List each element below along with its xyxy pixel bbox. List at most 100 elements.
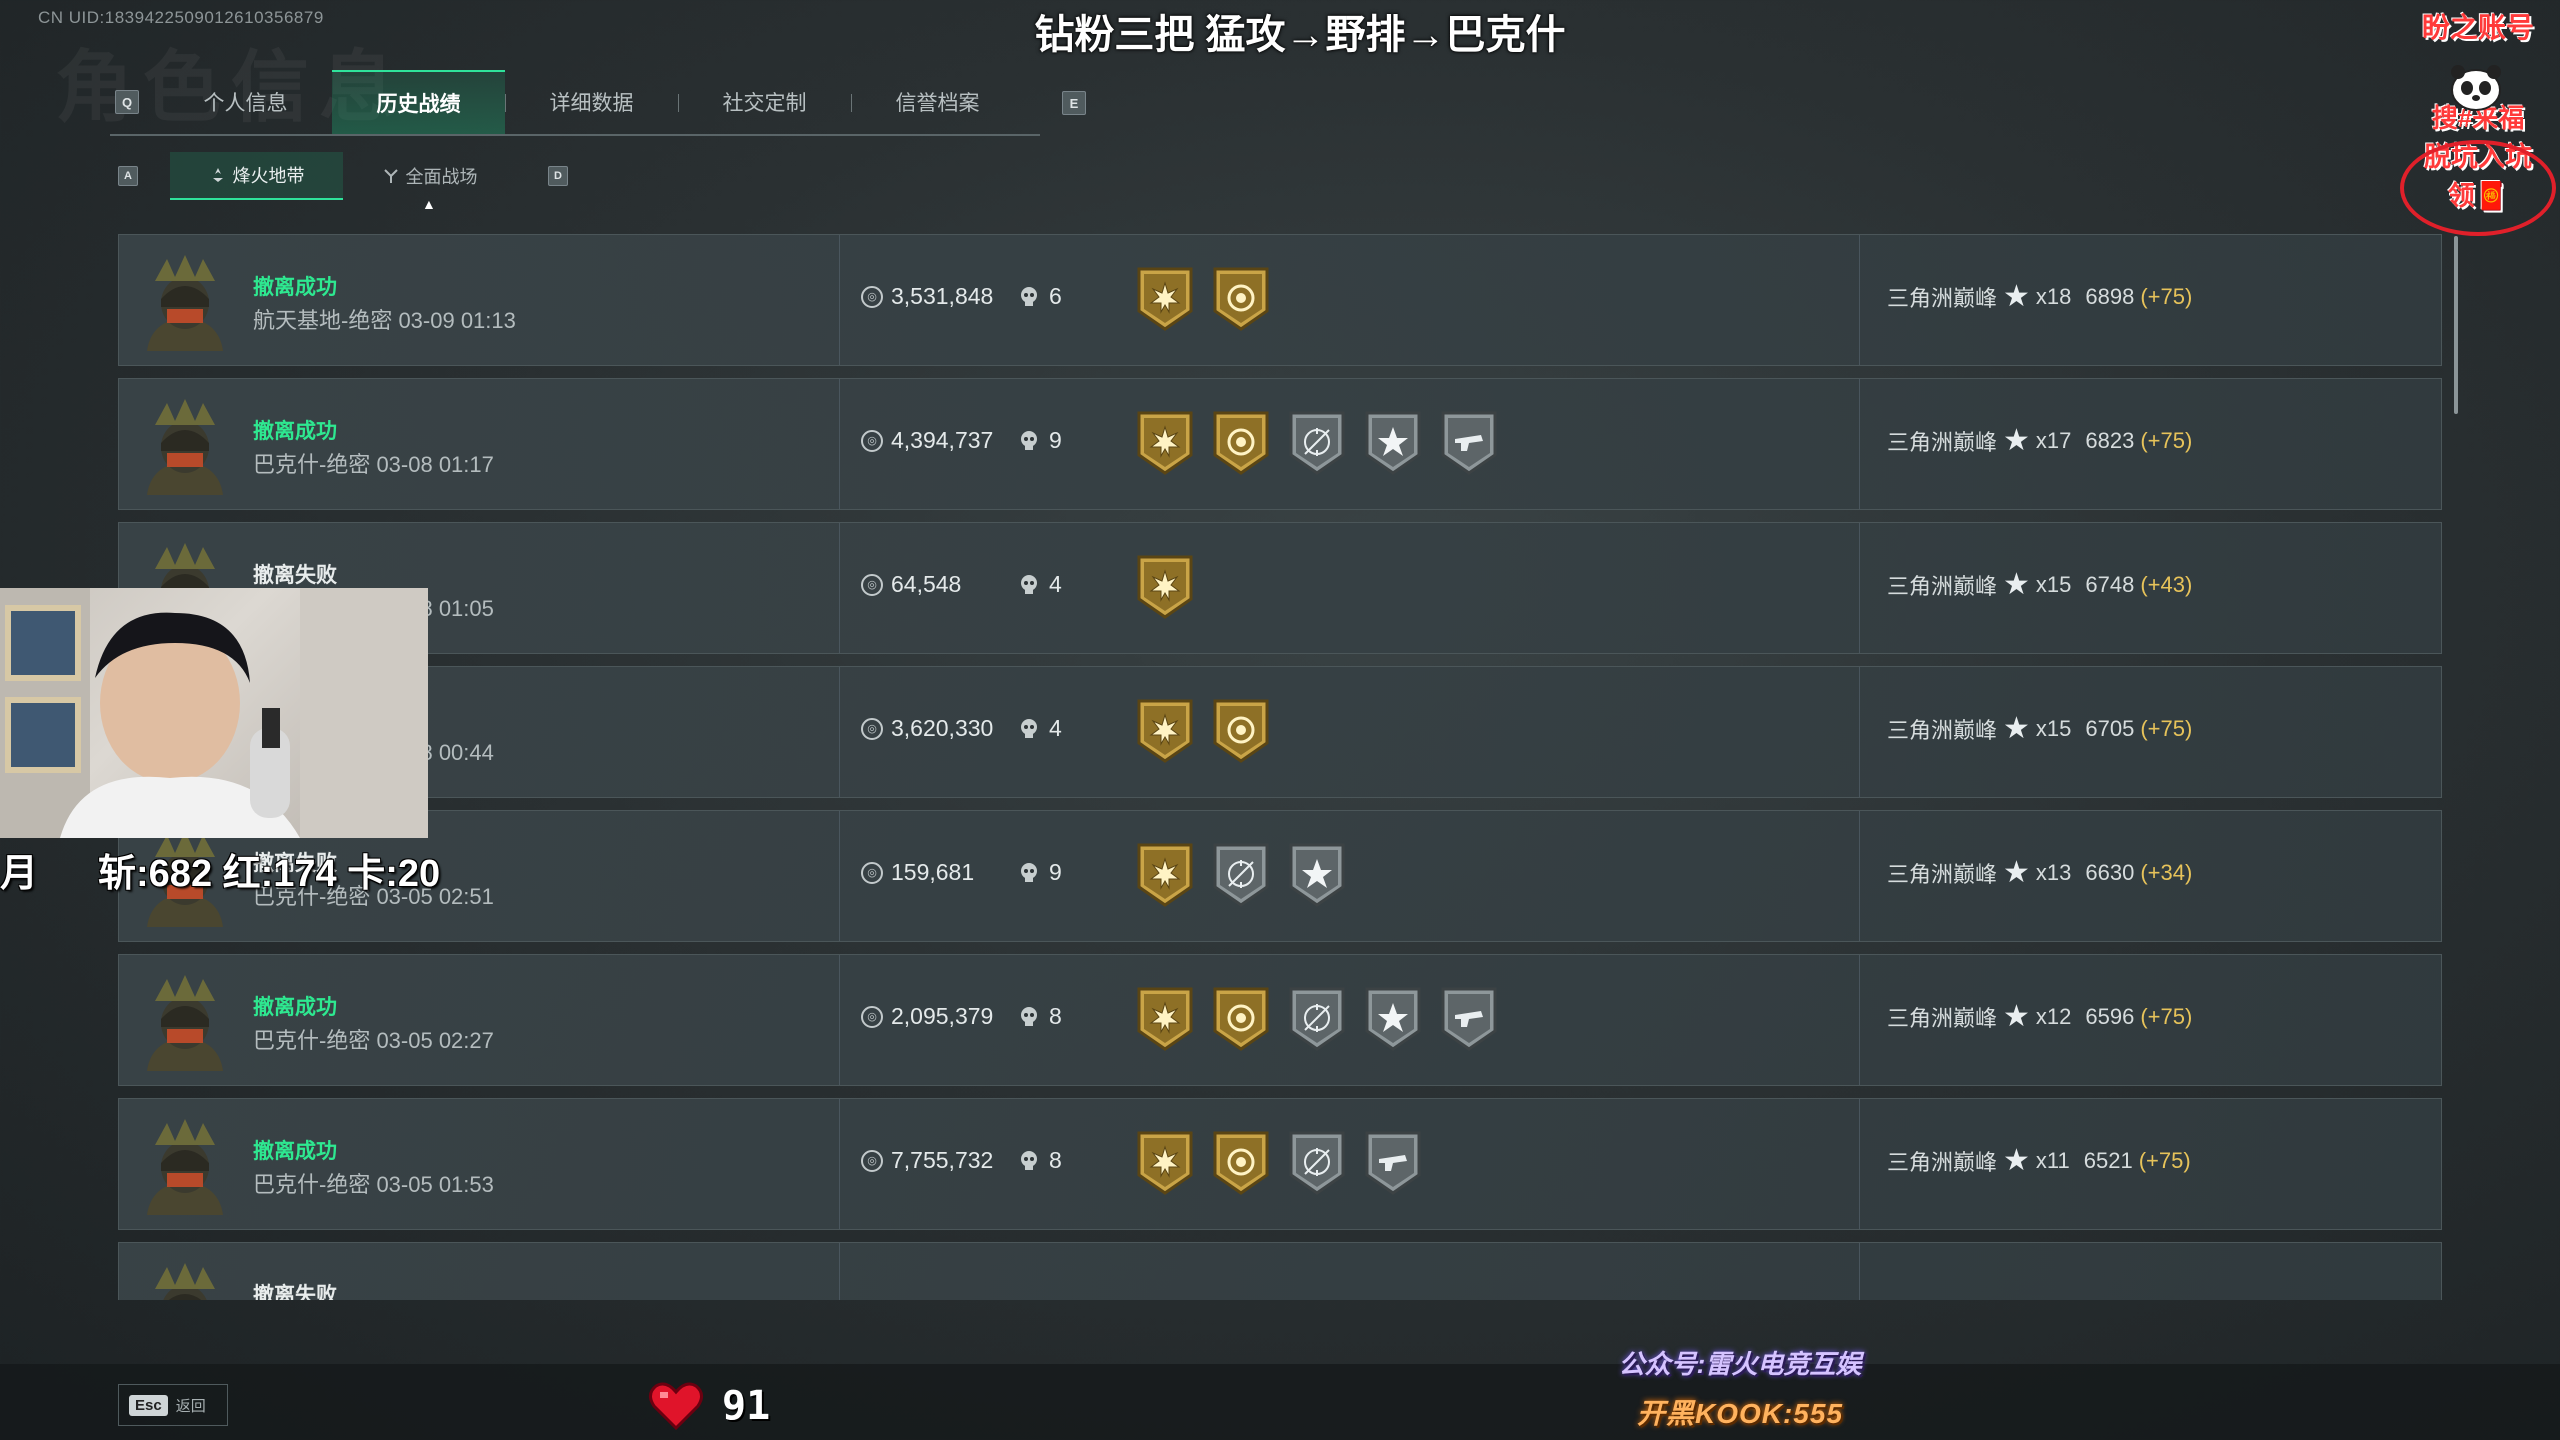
- kill-count: 8: [1019, 1147, 1062, 1174]
- gold-ring-badge-icon[interactable]: [1211, 265, 1271, 333]
- promo-official-account: 公众号:雷火电竞互娱: [1618, 1349, 1862, 1379]
- tab-detailed-data[interactable]: 详细数据: [505, 70, 678, 134]
- silver-gun-badge-icon[interactable]: [1439, 409, 1499, 477]
- gold-ring-badge-icon[interactable]: [1211, 985, 1271, 1053]
- operator-avatar: [137, 971, 233, 1071]
- tab-personal-info[interactable]: 个人信息: [159, 70, 332, 134]
- tab-match-history[interactable]: 历史战绩: [332, 70, 505, 134]
- kill-number: 8: [1049, 1003, 1062, 1029]
- gold-sun-badge-icon[interactable]: [1135, 697, 1195, 765]
- star-count: x15: [2035, 716, 2072, 741]
- corner-promo: 盼之账号 搜#来福 脱坑入坑 领🧧: [2396, 6, 2560, 236]
- coin-icon: ◎: [861, 573, 883, 596]
- score-delta: (+43): [2140, 572, 2193, 597]
- match-record-row[interactable]: 撤离成功巴克什-绝密 03-08 00:44◎3,620,3304三角洲巅峰★x…: [118, 666, 2442, 798]
- score-delta: (+75): [2140, 716, 2193, 741]
- gold-sun-badge-icon[interactable]: [1135, 985, 1195, 1053]
- extraction-value: ◎ 7,755,732: [861, 1147, 993, 1174]
- match-history-list: 撤离成功 航天基地-绝密 03-09 01:13 ◎ 3,531,848 6 三角洲巅峰 ★…: [118, 234, 2442, 1300]
- achievement-badges: [1135, 265, 1271, 333]
- silver-star-badge-icon[interactable]: [1363, 985, 1423, 1053]
- star-icon: ★: [2003, 280, 2030, 313]
- match-record-row[interactable]: 撤离成功 巴克什-绝密 03-05 01:53 ◎ 7,755,732 8 三角洲巅峰 ★ x…: [118, 1098, 2442, 1230]
- skull-icon: [1021, 574, 1037, 594]
- silver-target-badge-icon[interactable]: [1287, 1129, 1347, 1197]
- gold-ring-badge-icon[interactable]: [1211, 1129, 1271, 1197]
- gold-sun-badge-icon[interactable]: [1135, 553, 1195, 621]
- gold-sun-badge-icon[interactable]: [1135, 409, 1195, 477]
- score-delta: (+34): [2140, 860, 2193, 885]
- value-amount: 2,095,379: [891, 1003, 994, 1029]
- star-count: x18: [2035, 284, 2072, 309]
- match-record-row[interactable]: 撤离成功 航天基地-绝密 03-09 01:13 ◎ 3,531,848 6 三角洲巅峰 ★…: [118, 234, 2442, 366]
- extraction-value: ◎ 64,548: [861, 571, 961, 598]
- silver-star-badge-icon[interactable]: [1287, 841, 1347, 909]
- operator-avatar: [137, 1259, 233, 1300]
- coin-icon: ◎: [861, 717, 883, 740]
- stats-prefix: 月: [0, 853, 39, 895]
- mouse-cursor-icon: ▲: [422, 196, 436, 212]
- extraction-status: 撤离失败: [253, 1284, 337, 1300]
- match-record-row[interactable]: 撤离失败: [118, 1242, 2442, 1300]
- silver-gun-badge-icon[interactable]: [1439, 985, 1499, 1053]
- map-and-time: 航天基地-绝密 03-09 01:13: [253, 308, 516, 333]
- achievement-badges: [1135, 553, 1195, 621]
- tab-social-custom[interactable]: 社交定制: [678, 70, 851, 134]
- subtab-extraction-zone[interactable]: 烽火地带: [170, 152, 343, 200]
- column-divider: [839, 667, 840, 797]
- rank-score: 6823: [2085, 428, 2135, 453]
- gold-sun-badge-icon[interactable]: [1135, 1129, 1195, 1197]
- value-amount: 3,620,330: [891, 715, 994, 741]
- gold-ring-badge-icon[interactable]: [1211, 409, 1271, 477]
- rank-name: 三角洲巅峰: [1887, 1150, 1998, 1175]
- match-record-row[interactable]: 撤离成功 巴克什-绝密 03-08 01:17 ◎ 4,394,737 9 三角洲巅峰 ★ x…: [118, 378, 2442, 510]
- gold-sun-badge-icon[interactable]: [1135, 265, 1195, 333]
- skull-icon: [1021, 1150, 1037, 1170]
- subtab-full-battlefield[interactable]: 全面战场: [343, 152, 516, 200]
- back-button[interactable]: Esc 返回: [118, 1384, 228, 1426]
- rank-name: 三角洲巅峰: [1887, 430, 1998, 455]
- subtab-prev-key-hint[interactable]: A: [118, 166, 138, 186]
- rank-name: 三角洲巅峰: [1887, 718, 1998, 743]
- rank-name: 三角洲巅峰: [1887, 574, 1998, 599]
- column-divider: [839, 235, 840, 365]
- subtab-next-key-hint[interactable]: D: [548, 166, 568, 186]
- star-count: x12: [2035, 1004, 2072, 1029]
- extraction-mode-icon: [212, 168, 223, 182]
- rank-name: 三角洲巅峰: [1887, 1006, 1998, 1031]
- kill-count: 6: [1019, 283, 1062, 310]
- star-icon: ★: [2003, 712, 2030, 745]
- star-icon: ★: [2003, 424, 2030, 457]
- main-tabs: Q 个人信息 历史战绩 详细数据 社交定制 信誉档案 E: [110, 70, 1086, 136]
- rank-score: 6898: [2085, 284, 2135, 309]
- extraction-status: 撤离成功: [253, 1140, 337, 1163]
- silver-target-badge-icon[interactable]: [1211, 841, 1271, 909]
- stream-title: 钻粉三把 猛攻→野排→巴克什: [1034, 13, 1566, 57]
- silver-target-badge-icon[interactable]: [1287, 409, 1347, 477]
- rank-score: 6521: [2083, 1148, 2133, 1173]
- match-record-row[interactable]: 撤离失败巴克什-绝密 03-08 01:05◎64,5484三角洲巅峰★x156…: [118, 522, 2442, 654]
- match-record-row[interactable]: 撤离成功 巴克什-绝密 03-05 02:27 ◎ 2,095,379 8 三角洲巅峰 ★ x…: [118, 954, 2442, 1086]
- silver-gun-badge-icon[interactable]: [1363, 1129, 1423, 1197]
- rank-score: 6630: [2085, 860, 2135, 885]
- score-delta: (+75): [2140, 284, 2193, 309]
- kill-number: 9: [1049, 427, 1062, 453]
- list-scrollbar[interactable]: [2454, 236, 2458, 414]
- kill-number: 6: [1049, 283, 1062, 309]
- tab-reputation-profile[interactable]: 信誉档案: [851, 70, 1024, 134]
- achievement-badges: [1135, 985, 1499, 1053]
- skull-icon: [1021, 430, 1037, 450]
- tab-next-key-hint[interactable]: E: [1062, 91, 1086, 115]
- match-record-row[interactable]: 撤离失败 巴克什-绝密 03-05 02:51 ◎ 159,681 9 三角洲巅峰 ★ x13…: [118, 810, 2442, 942]
- gold-ring-badge-icon[interactable]: [1211, 697, 1271, 765]
- extraction-status: 撤离成功: [253, 996, 337, 1019]
- operator-avatar: [137, 1115, 233, 1215]
- map-and-time: 巴克什-绝密 03-05 01:53: [253, 1172, 494, 1197]
- silver-target-badge-icon[interactable]: [1287, 985, 1347, 1053]
- silver-star-badge-icon[interactable]: [1363, 409, 1423, 477]
- coin-icon: ◎: [861, 285, 883, 308]
- gold-sun-badge-icon[interactable]: [1135, 841, 1195, 909]
- tab-prev-key-hint[interactable]: Q: [115, 90, 139, 114]
- rank-info: 三角洲巅峰 ★ x12 6596 (+75): [1887, 1001, 2192, 1033]
- kill-count: 4: [1019, 571, 1062, 598]
